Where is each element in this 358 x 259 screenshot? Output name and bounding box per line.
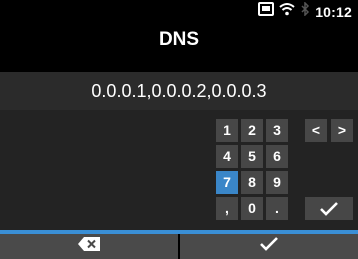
key-enter[interactable] [305, 197, 353, 220]
key-period[interactable]: . [266, 197, 288, 220]
key-4[interactable]: 4 [216, 145, 238, 168]
page-title: DNS [158, 29, 200, 50]
key-3[interactable]: 3 [266, 119, 288, 142]
backspace-button[interactable] [0, 234, 178, 259]
key-cursor-left[interactable]: < [305, 119, 327, 142]
status-bar: 10:12 [0, 0, 358, 22]
softkey-bar [0, 234, 358, 259]
key-cursor-right[interactable]: > [331, 119, 353, 142]
sd-card-icon [258, 2, 275, 21]
bluetooth-icon [300, 1, 310, 21]
key-comma[interactable]: , [216, 197, 238, 220]
key-0[interactable]: 0 [241, 197, 263, 220]
confirm-button[interactable] [178, 234, 358, 259]
dns-value-field[interactable]: 0.0.0.1,0.0.0.2,0.0.0.3 [0, 72, 358, 110]
numeric-keypad: 1 2 3 < > 4 5 6 7 8 9 , 0 . [0, 110, 358, 230]
key-5[interactable]: 5 [241, 145, 263, 168]
key-6[interactable]: 6 [266, 145, 288, 168]
status-time: 10:12 [315, 3, 352, 20]
key-7[interactable]: 7 [216, 171, 238, 194]
wifi-icon [279, 2, 295, 21]
key-1[interactable]: 1 [216, 119, 238, 142]
key-8[interactable]: 8 [241, 171, 263, 194]
backspace-icon [78, 237, 100, 256]
checkmark-icon [259, 236, 279, 257]
key-2[interactable]: 2 [241, 119, 263, 142]
key-9[interactable]: 9 [266, 171, 288, 194]
checkmark-icon [319, 202, 339, 220]
